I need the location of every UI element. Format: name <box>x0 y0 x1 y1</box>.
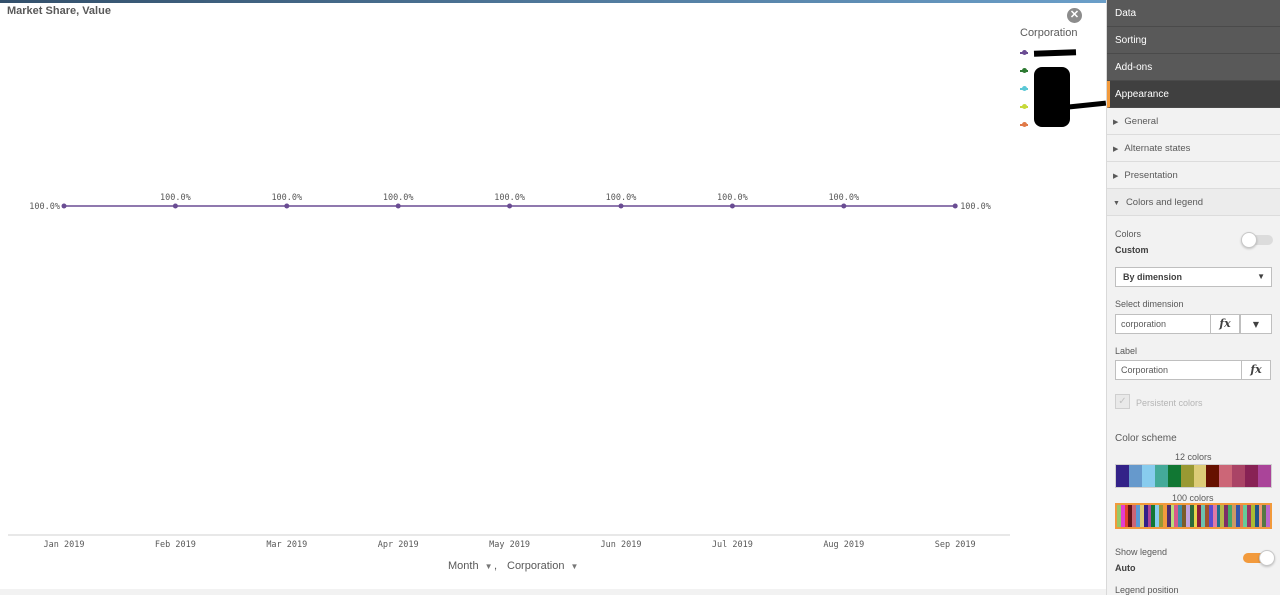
data-point <box>61 203 67 209</box>
show-legend-toggle[interactable] <box>1243 550 1275 566</box>
select-dimension-label: Select dimension <box>1115 299 1184 309</box>
x-tick-label: Mar 2019 <box>266 540 307 550</box>
data-label: 100.0% <box>383 193 414 203</box>
color-scheme-12[interactable] <box>1115 464 1272 488</box>
bottom-strip <box>0 589 1106 595</box>
color-mode-value: By dimension <box>1123 272 1183 282</box>
section-presentation[interactable]: ▶ Presentation <box>1107 162 1280 189</box>
color-swatch <box>1180 465 1194 487</box>
tab-appearance[interactable]: Appearance <box>1107 81 1280 108</box>
color-swatch <box>1266 505 1271 527</box>
data-point <box>395 203 401 209</box>
data-point <box>507 203 513 209</box>
colors-label: Colors <box>1115 229 1142 239</box>
section-alternate-states[interactable]: ▶ Alternate states <box>1107 135 1280 162</box>
tab-add-ons[interactable]: Add-ons <box>1107 54 1280 81</box>
expand-triangle-icon: ▶ <box>1113 146 1119 153</box>
x-tick-label: Jul 2019 <box>712 540 753 550</box>
data-point <box>618 203 624 209</box>
expand-triangle-icon: ▶ <box>1113 119 1119 126</box>
label-input[interactable]: Corporation <box>1115 360 1242 380</box>
collapse-triangle-icon: ▼ <box>1113 200 1120 207</box>
color-swatch <box>1232 465 1246 487</box>
color-mode-dropdown[interactable]: By dimension ▼ <box>1115 267 1272 287</box>
section-label: General <box>1124 116 1159 127</box>
color-swatch <box>1219 465 1233 487</box>
section-colors-and-legend[interactable]: ▼ Colors and legend <box>1107 189 1280 216</box>
color-scheme-100[interactable] <box>1115 503 1272 529</box>
data-point <box>172 203 178 209</box>
tab-sorting[interactable]: Sorting <box>1107 27 1280 54</box>
label-fx-button[interactable]: fx <box>1241 360 1271 380</box>
dimension-corporation-label: Corporation <box>507 560 565 572</box>
dimension-separator: , <box>494 560 498 572</box>
scheme-100-label: 100 colors <box>1172 493 1214 503</box>
toggle-knob <box>1259 550 1275 566</box>
scheme-12-label: 12 colors <box>1175 452 1212 462</box>
x-tick-label: May 2019 <box>489 540 530 550</box>
chevron-down-icon: ▼ <box>1257 272 1265 281</box>
color-swatch <box>1258 465 1272 487</box>
show-legend-label: Show legend <box>1115 547 1168 557</box>
toggle-knob <box>1241 232 1257 248</box>
x-tick-label: Jun 2019 <box>601 540 642 550</box>
chevron-down-icon: ▼ <box>570 562 579 571</box>
chevron-down-icon: ▼ <box>484 562 493 571</box>
data-point <box>729 203 735 209</box>
dimension-month-dropdown[interactable]: Month ▼ <box>448 560 493 572</box>
select-dimension-input[interactable]: corporation <box>1115 314 1211 334</box>
persistent-colors-label: Persistent colors <box>1136 398 1203 408</box>
show-legend-value: Auto <box>1115 563 1136 573</box>
expression-fx-button[interactable]: fx <box>1210 314 1240 334</box>
label-field-label: Label <box>1115 346 1138 356</box>
persistent-colors-checkbox[interactable]: ✓ <box>1115 394 1130 409</box>
section-label: Colors and legend <box>1125 197 1204 208</box>
section-general[interactable]: ▶ General <box>1107 108 1280 135</box>
color-swatch <box>1154 465 1168 487</box>
dimension-corporation-dropdown[interactable]: Corporation ▼ <box>507 560 578 572</box>
dimension-month-label: Month <box>448 560 479 572</box>
section-label: Alternate states <box>1124 143 1191 154</box>
x-tick-label: Jan 2019 <box>44 540 85 550</box>
color-swatch <box>1245 465 1259 487</box>
data-point <box>952 203 958 209</box>
data-label: 100.0% <box>29 202 60 212</box>
data-label: 100.0% <box>960 202 991 212</box>
color-swatch <box>1128 465 1142 487</box>
section-label: Presentation <box>1124 170 1178 181</box>
color-swatch <box>1116 465 1129 487</box>
properties-panel: Data Sorting Add-ons Appearance ▶ General… <box>1106 0 1280 595</box>
data-label: 100.0% <box>160 193 191 203</box>
data-label: 100.0% <box>828 193 859 203</box>
x-tick-label: Feb 2019 <box>155 540 196 550</box>
x-tick-label: Apr 2019 <box>378 540 419 550</box>
tab-data[interactable]: Data <box>1107 0 1280 27</box>
data-point <box>841 203 847 209</box>
data-point <box>284 203 290 209</box>
legend-position-label: Legend position <box>1115 585 1179 595</box>
color-scheme-label: Color scheme <box>1115 433 1177 444</box>
color-swatch <box>1193 465 1207 487</box>
color-swatch <box>1167 465 1181 487</box>
chart-area: Market Share, Value ✕ Corporation 100.0%… <box>0 3 1107 589</box>
x-tick-label: Sep 2019 <box>935 540 976 550</box>
data-label: 100.0% <box>271 193 302 203</box>
colors-toggle[interactable] <box>1241 232 1273 248</box>
data-label: 100.0% <box>606 193 637 203</box>
color-swatch <box>1141 465 1155 487</box>
line-chart: 100.0% 100.0% 100.0% 100.0% 100.0% 100.0% 100.… <box>8 193 1010 550</box>
expand-triangle-icon: ▶ <box>1113 173 1119 180</box>
colors-value: Custom <box>1115 245 1149 255</box>
data-label: 100.0% <box>717 193 748 203</box>
data-label: 100.0% <box>494 193 525 203</box>
x-tick-label: Aug 2019 <box>823 540 864 550</box>
dimension-dropdown-button[interactable]: ▼ <box>1240 314 1272 334</box>
color-swatch <box>1206 465 1220 487</box>
